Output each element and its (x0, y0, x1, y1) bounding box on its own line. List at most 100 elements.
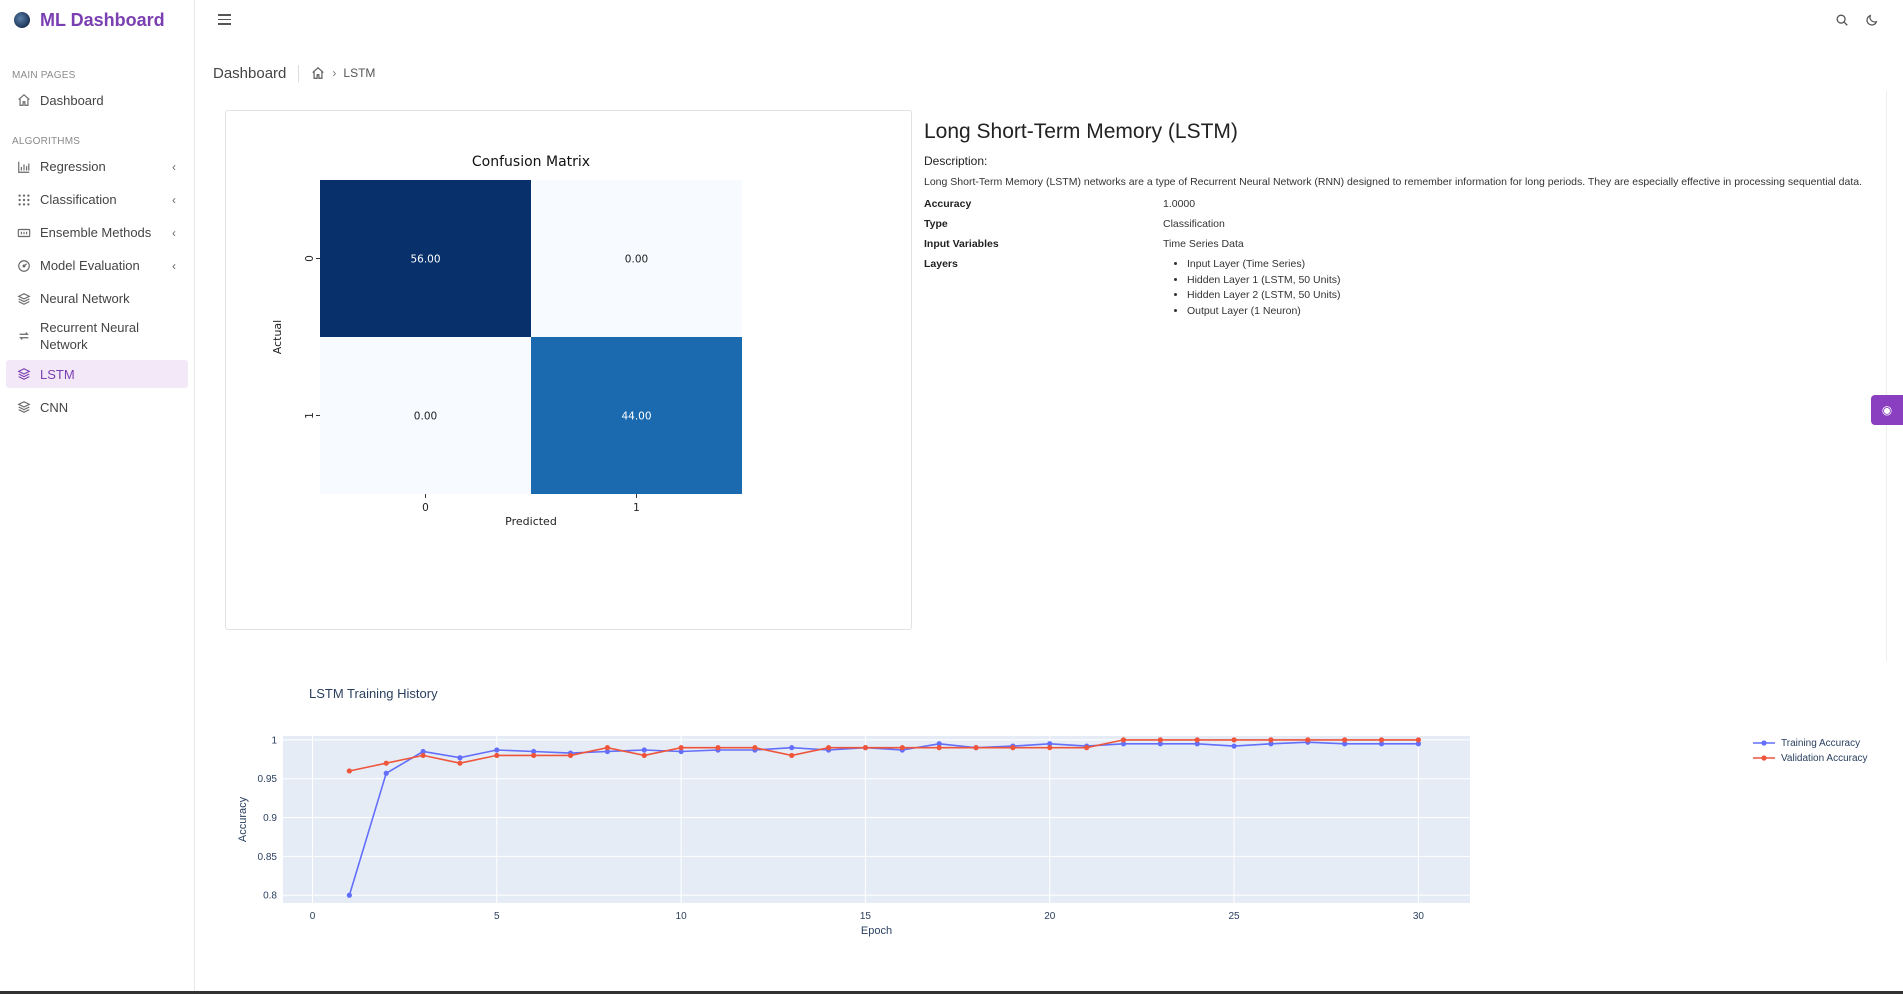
sidebar-item-label: Ensemble Methods (40, 225, 152, 240)
moon-icon[interactable] (1865, 13, 1879, 27)
chart-title: LSTM Training History (309, 686, 438, 701)
chevron-left-icon: ‹ (172, 258, 176, 273)
data-point (1231, 743, 1237, 749)
grid-icon (16, 192, 32, 208)
layers-list: Input Layer (Time Series) Hidden Layer 1… (1163, 257, 1340, 319)
sidebar-item-dashboard[interactable]: Dashboard (0, 83, 194, 117)
data-point (1084, 745, 1090, 751)
sidebar-item-model-evaluation[interactable]: Model Evaluation ‹ (0, 249, 194, 282)
y-axis-label: Accuracy (237, 796, 249, 842)
y-axis-label: Actual (271, 320, 284, 354)
legend-marker (1761, 740, 1767, 746)
sidebar-item-cnn[interactable]: CNN (0, 390, 194, 424)
data-point (789, 752, 795, 759)
sidebar-item-label: Neural Network (40, 291, 130, 306)
sidebar-item-label: Classification (40, 192, 117, 207)
data-point (457, 755, 463, 761)
data-point (1120, 737, 1127, 743)
sidebar-item-lstm[interactable]: LSTM (6, 360, 188, 388)
data-point (641, 752, 647, 759)
y-tick-label: 0.9 (263, 813, 277, 824)
brand[interactable]: ML Dashboard (0, 0, 194, 40)
layers-value: Input Layer (Time Series) Hidden Layer 1… (1163, 258, 1340, 319)
data-point (936, 745, 942, 751)
data-point (346, 892, 352, 898)
training-history-card: LSTM Training History 0 5 10 15 20 25 30 0.8 0.85… (212, 670, 1892, 985)
data-point (494, 747, 500, 753)
type-value: Classification (1163, 218, 1225, 230)
list-item: Output Layer (1 Neuron) (1187, 304, 1340, 320)
data-point (899, 745, 905, 751)
data-point (604, 745, 610, 751)
sidebar-item-label: LSTM (40, 366, 75, 382)
data-point (1305, 737, 1311, 743)
sidebar-item-neural-network[interactable]: Neural Network (0, 282, 194, 315)
sidebar-item-regression[interactable]: Regression ‹ (0, 150, 194, 183)
x-tick-label: 10 (676, 911, 688, 922)
home-icon[interactable] (311, 66, 325, 80)
x-tick-label: 30 (1413, 911, 1425, 922)
data-point (1010, 745, 1016, 751)
logo-icon (14, 12, 30, 28)
data-point (862, 745, 869, 751)
chevron-right-icon: › (332, 66, 337, 80)
y-tick-label: 0.95 (258, 774, 278, 785)
description-label: Description: (924, 154, 988, 168)
training-history-chart: LSTM Training History 0 5 10 15 20 25 30 0.8 0.85… (237, 686, 1868, 937)
gauge-icon (16, 258, 32, 274)
nav-section-algorithms: ALGORITHMS (12, 136, 81, 147)
layers-row: Layers Input Layer (Time Series) Hidden … (924, 258, 1864, 319)
data-point (1415, 737, 1421, 743)
legend-label[interactable]: Validation Accuracy (1781, 753, 1868, 764)
settings-tab-button[interactable]: ◉ (1871, 395, 1903, 425)
nav-section-main: MAIN PAGES (12, 70, 76, 81)
breadcrumb-current: LSTM (343, 66, 376, 80)
confusion-matrix-card: Confusion Matrix 56.00 0.00 0.00 44.00 0 1 0 1 Pr… (225, 110, 912, 630)
x-tick-label: 15 (860, 911, 872, 922)
sidebar-item-classification[interactable]: Classification ‹ (0, 183, 194, 216)
sidebar-item-ensemble-methods[interactable]: Ensemble Methods ‹ (0, 216, 194, 249)
description-text: Long Short-Term Memory (LSTM) networks a… (924, 176, 1863, 188)
accuracy-value: 1.0000 (1163, 198, 1196, 210)
confusion-matrix-chart: Confusion Matrix 56.00 0.00 0.00 44.00 0 1 0 1 Pr… (271, 154, 742, 528)
chevron-left-icon: ‹ (172, 159, 176, 174)
data-point (678, 745, 684, 751)
content-divider (1886, 91, 1887, 661)
legend-marker (1761, 755, 1767, 761)
sidebar-item-label: Model Evaluation (40, 258, 140, 273)
topbar (196, 0, 1903, 40)
list-item: Input Layer (Time Series) (1187, 257, 1340, 273)
model-title: Long Short-Term Memory (LSTM) (924, 120, 1238, 143)
data-point (641, 747, 647, 753)
data-point (973, 745, 979, 751)
x-axis-label: Predicted (505, 515, 557, 528)
legend-label[interactable]: Training Accuracy (1781, 738, 1860, 749)
home-icon (16, 92, 32, 108)
repeat-icon (16, 328, 32, 344)
sidebar-item-label: Dashboard (40, 92, 104, 108)
menu-toggle-icon[interactable] (218, 14, 231, 28)
search-icon[interactable] (1835, 13, 1849, 27)
data-point (715, 745, 721, 751)
y-tick-label: 0.85 (258, 852, 278, 863)
cell-label: 0.00 (414, 411, 437, 423)
sidebar-item-label: CNN (40, 399, 69, 415)
data-point (383, 770, 389, 776)
data-point (420, 752, 426, 759)
data-point (567, 752, 574, 759)
sidebar-item-recurrent-neural-network[interactable]: Recurrent Neural Network (0, 315, 194, 357)
x-tick-label: 20 (1044, 911, 1056, 922)
x-tick-label: 5 (494, 911, 500, 922)
y-tick-label: 0 (304, 255, 316, 262)
app-title: ML Dashboard (40, 9, 165, 30)
accuracy-label: Accuracy (924, 198, 972, 210)
chevron-left-icon: ‹ (172, 192, 176, 207)
layers-icon (16, 366, 32, 382)
data-point (1268, 737, 1274, 743)
input-variables-value: Time Series Data (1163, 238, 1244, 250)
model-details: Long Short-Term Memory (LSTM) Descriptio… (924, 120, 1864, 327)
data-point (1378, 737, 1385, 743)
layers-icon (16, 399, 32, 415)
cell-label: 44.00 (621, 411, 651, 423)
chart-title: Confusion Matrix (472, 154, 590, 170)
